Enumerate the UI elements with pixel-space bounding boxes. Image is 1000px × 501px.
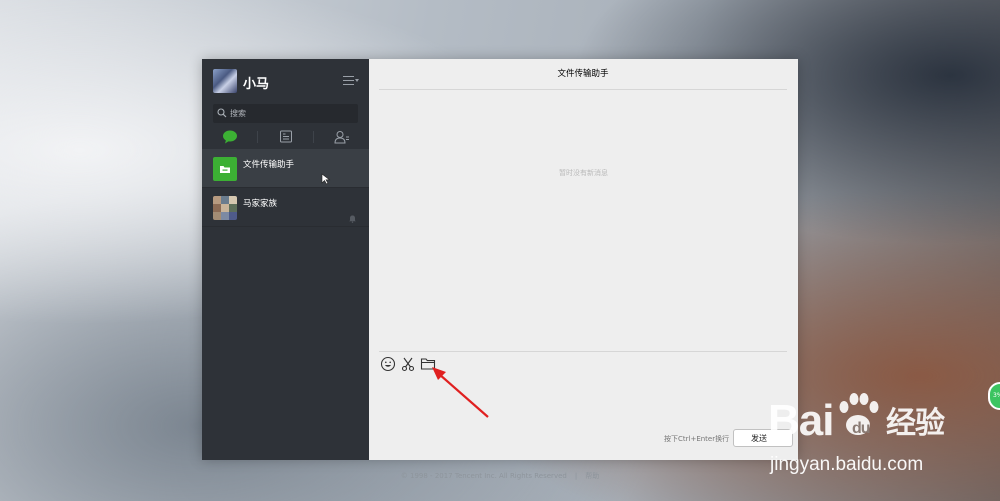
newline-hint: 按下Ctrl+Enter换行	[664, 435, 730, 443]
wechat-web-window: 小马 搜索 文件传输助手 马家家族 文件传输助手 暂时没有新消息 按下Ctrl+…	[202, 59, 798, 460]
emoji-icon[interactable]	[380, 356, 396, 372]
footer-separator: |	[574, 472, 578, 480]
search-input[interactable]	[230, 106, 354, 121]
chat-name: 马家家族	[243, 199, 278, 209]
chat-list: 文件传输助手 马家家族	[202, 149, 369, 227]
chat-item-file-transfer[interactable]: 文件传输助手	[202, 149, 369, 188]
mute-bell-icon	[349, 215, 356, 223]
search-box	[213, 104, 358, 123]
user-nickname: 小马	[243, 77, 270, 92]
floating-widget-button[interactable]: 3%	[988, 382, 1000, 410]
sidebar: 小马 搜索 文件传输助手 马家家族	[202, 59, 369, 460]
search-icon	[217, 108, 227, 118]
file-transfer-icon	[213, 157, 237, 181]
chat-name: 文件传输助手	[243, 160, 295, 170]
group-avatar	[213, 196, 237, 220]
empty-message-text: 暂时没有新消息	[559, 169, 608, 177]
help-link[interactable]: 帮助	[585, 472, 599, 480]
scissors-icon[interactable]	[400, 356, 416, 372]
tab-chats[interactable]	[202, 126, 257, 148]
contacts-icon	[333, 131, 349, 144]
watermark-url: jingyan.baidu.com	[770, 454, 924, 475]
menu-icon[interactable]	[343, 75, 359, 87]
svg-text:经验: 经验	[886, 406, 945, 441]
tab-articles[interactable]	[258, 126, 313, 148]
annotation-arrow	[432, 367, 489, 418]
cursor-icon	[321, 173, 331, 185]
document-icon	[279, 130, 292, 143]
profile-header: 小马	[213, 69, 359, 95]
chat-bubble-icon	[222, 130, 237, 144]
sidebar-tabs	[202, 126, 369, 148]
svg-text:Bai: Bai	[768, 396, 833, 445]
svg-text:du: du	[852, 420, 870, 437]
chat-item-family-group[interactable]: 马家家族	[202, 188, 369, 227]
conversation-title: 文件传输助手	[379, 59, 787, 90]
tab-contacts[interactable]	[314, 126, 369, 148]
copyright-text: © 1998 - 2017 Tencent Inc. All Rights Re…	[400, 472, 567, 480]
editor-divider	[379, 351, 787, 352]
user-avatar[interactable]	[213, 69, 237, 93]
watermark-logo: Bai du 经验	[768, 385, 963, 455]
